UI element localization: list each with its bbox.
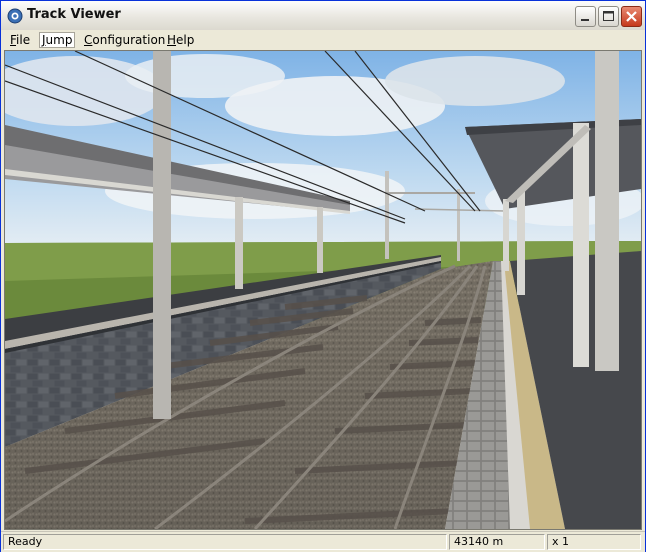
menu-configuration[interactable]: Configuration <box>81 32 168 48</box>
close-icon <box>626 11 637 22</box>
minimize-icon <box>581 19 589 21</box>
3d-track-view[interactable] <box>4 50 642 530</box>
maximize-button[interactable] <box>598 6 619 27</box>
window-title: Track Viewer <box>27 7 121 22</box>
menu-bar: File Jump Configuration Help <box>1 30 645 50</box>
minimize-button[interactable] <box>575 6 596 27</box>
app-icon <box>7 8 23 24</box>
menu-file[interactable]: File <box>7 32 33 48</box>
title-bar[interactable]: Track Viewer <box>1 1 645 31</box>
railway-scene <box>5 51 641 529</box>
app-window: Track Viewer File Jump Configuration Hel… <box>0 0 646 552</box>
close-button[interactable] <box>621 6 642 27</box>
speed-readout: x 1 <box>547 534 641 550</box>
status-bar: Ready 43140 m x 1 <box>1 531 645 552</box>
status-text: Ready <box>3 534 447 550</box>
distance-readout: 43140 m <box>449 534 545 550</box>
menu-jump[interactable]: Jump <box>39 32 76 48</box>
maximize-icon <box>603 11 614 21</box>
menu-help[interactable]: Help <box>164 32 197 48</box>
